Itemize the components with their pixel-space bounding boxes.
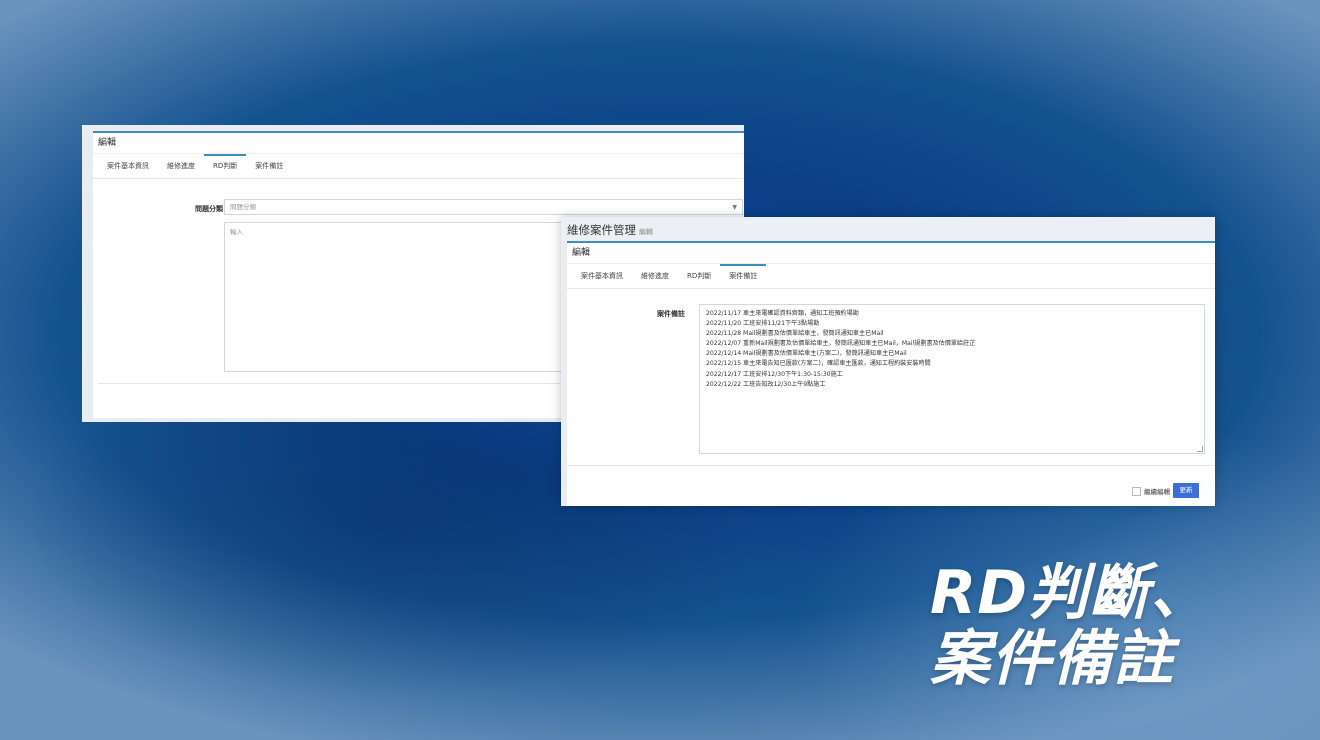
headline: RD判斷、 案件備註 bbox=[930, 560, 1260, 692]
card-title: 編輯 bbox=[567, 243, 1215, 264]
problem-category-label: 問題分類 bbox=[195, 205, 223, 213]
chevron-down-icon: ▼ bbox=[732, 204, 737, 211]
headline-line-1: RD判斷、 bbox=[930, 558, 1212, 628]
tab-rd-judgement[interactable]: RD判斷 bbox=[204, 154, 247, 178]
tab-case-info[interactable]: 案件基本資訊 bbox=[572, 264, 632, 288]
page-title-text: 維修案件管理 bbox=[567, 223, 636, 237]
note-line: 2022/12/14 Mail規劃書及估價單給車主(方案二)，發簡訊通知車主已M… bbox=[706, 350, 907, 358]
page-title: 維修案件管理 編輯 bbox=[567, 222, 653, 238]
headline-line-2: 案件備註 bbox=[930, 624, 1174, 694]
note-line: 2022/12/07 重新Mail規劃書及估價單給車主，發簡訊通知車主已Mail… bbox=[706, 340, 976, 348]
note-line: 2022/11/17 車主來電確認資料齊類，通知工班預約場勘 bbox=[706, 310, 859, 317]
continue-edit-checkbox[interactable] bbox=[1132, 486, 1141, 496]
page-header: 維修案件管理 編輯 bbox=[561, 217, 1215, 241]
tab-case-notes[interactable]: 案件備註 bbox=[720, 264, 767, 288]
tab-bar: 案件基本資訊 維修進度 RD判斷 案件備註 bbox=[93, 154, 744, 179]
update-button[interactable]: 更新 bbox=[1173, 483, 1199, 498]
case-notes-panel: 維修案件管理 編輯 編輯 案件基本資訊 維修進度 RD判斷 案件備註 案件備註 2… bbox=[561, 217, 1215, 506]
tab-case-notes[interactable]: 案件備註 bbox=[246, 154, 292, 178]
select-placeholder: 問題分類 bbox=[230, 203, 256, 211]
tab-bar: 案件基本資訊 維修進度 RD判斷 案件備註 bbox=[567, 264, 1215, 289]
note-line: 2022/11/28 Mail規劃書及估價單給車主，發簡訊通知車主已Mail bbox=[706, 330, 884, 338]
continue-edit-checkbox-group[interactable]: 繼續編輯 bbox=[1132, 486, 1170, 496]
note-line: 2022/12/17 工班安排12/30下午1:30-15:30施工 bbox=[706, 370, 843, 378]
case-notes-textarea[interactable]: 2022/11/17 車主來電確認資料齊類，通知工班預約場勘 2022/11/2… bbox=[699, 304, 1205, 454]
continue-edit-label: 繼續編輯 bbox=[1144, 488, 1170, 496]
divider bbox=[567, 465, 1215, 466]
tab-repair-progress[interactable]: 維修進度 bbox=[158, 154, 204, 178]
card-title: 編輯 bbox=[93, 133, 744, 154]
note-line: 2022/12/22 工班告知改12/30上午9點施工 bbox=[706, 380, 826, 388]
tab-repair-progress[interactable]: 維修進度 bbox=[632, 264, 678, 288]
problem-category-select[interactable]: 問題分類 ▼ bbox=[224, 199, 743, 215]
case-notes-label: 案件備註 bbox=[657, 310, 685, 318]
resize-handle-icon[interactable] bbox=[1197, 446, 1203, 452]
tab-rd-judgement[interactable]: RD判斷 bbox=[678, 264, 720, 288]
edit-card: 編輯 案件基本資訊 維修進度 RD判斷 案件備註 案件備註 2022/11/17… bbox=[567, 241, 1215, 506]
tab-case-info[interactable]: 案件基本資訊 bbox=[98, 154, 158, 178]
textarea-placeholder: 輸入 bbox=[230, 228, 243, 236]
note-line: 2022/11/20 工班安排11/21下午3點場勘 bbox=[706, 320, 820, 328]
page-subtitle: 編輯 bbox=[639, 228, 653, 236]
note-line: 2022/12/15 車主來電告知已匯款(方案二)，確認車主匯款，通知工程約裝安… bbox=[706, 360, 931, 368]
